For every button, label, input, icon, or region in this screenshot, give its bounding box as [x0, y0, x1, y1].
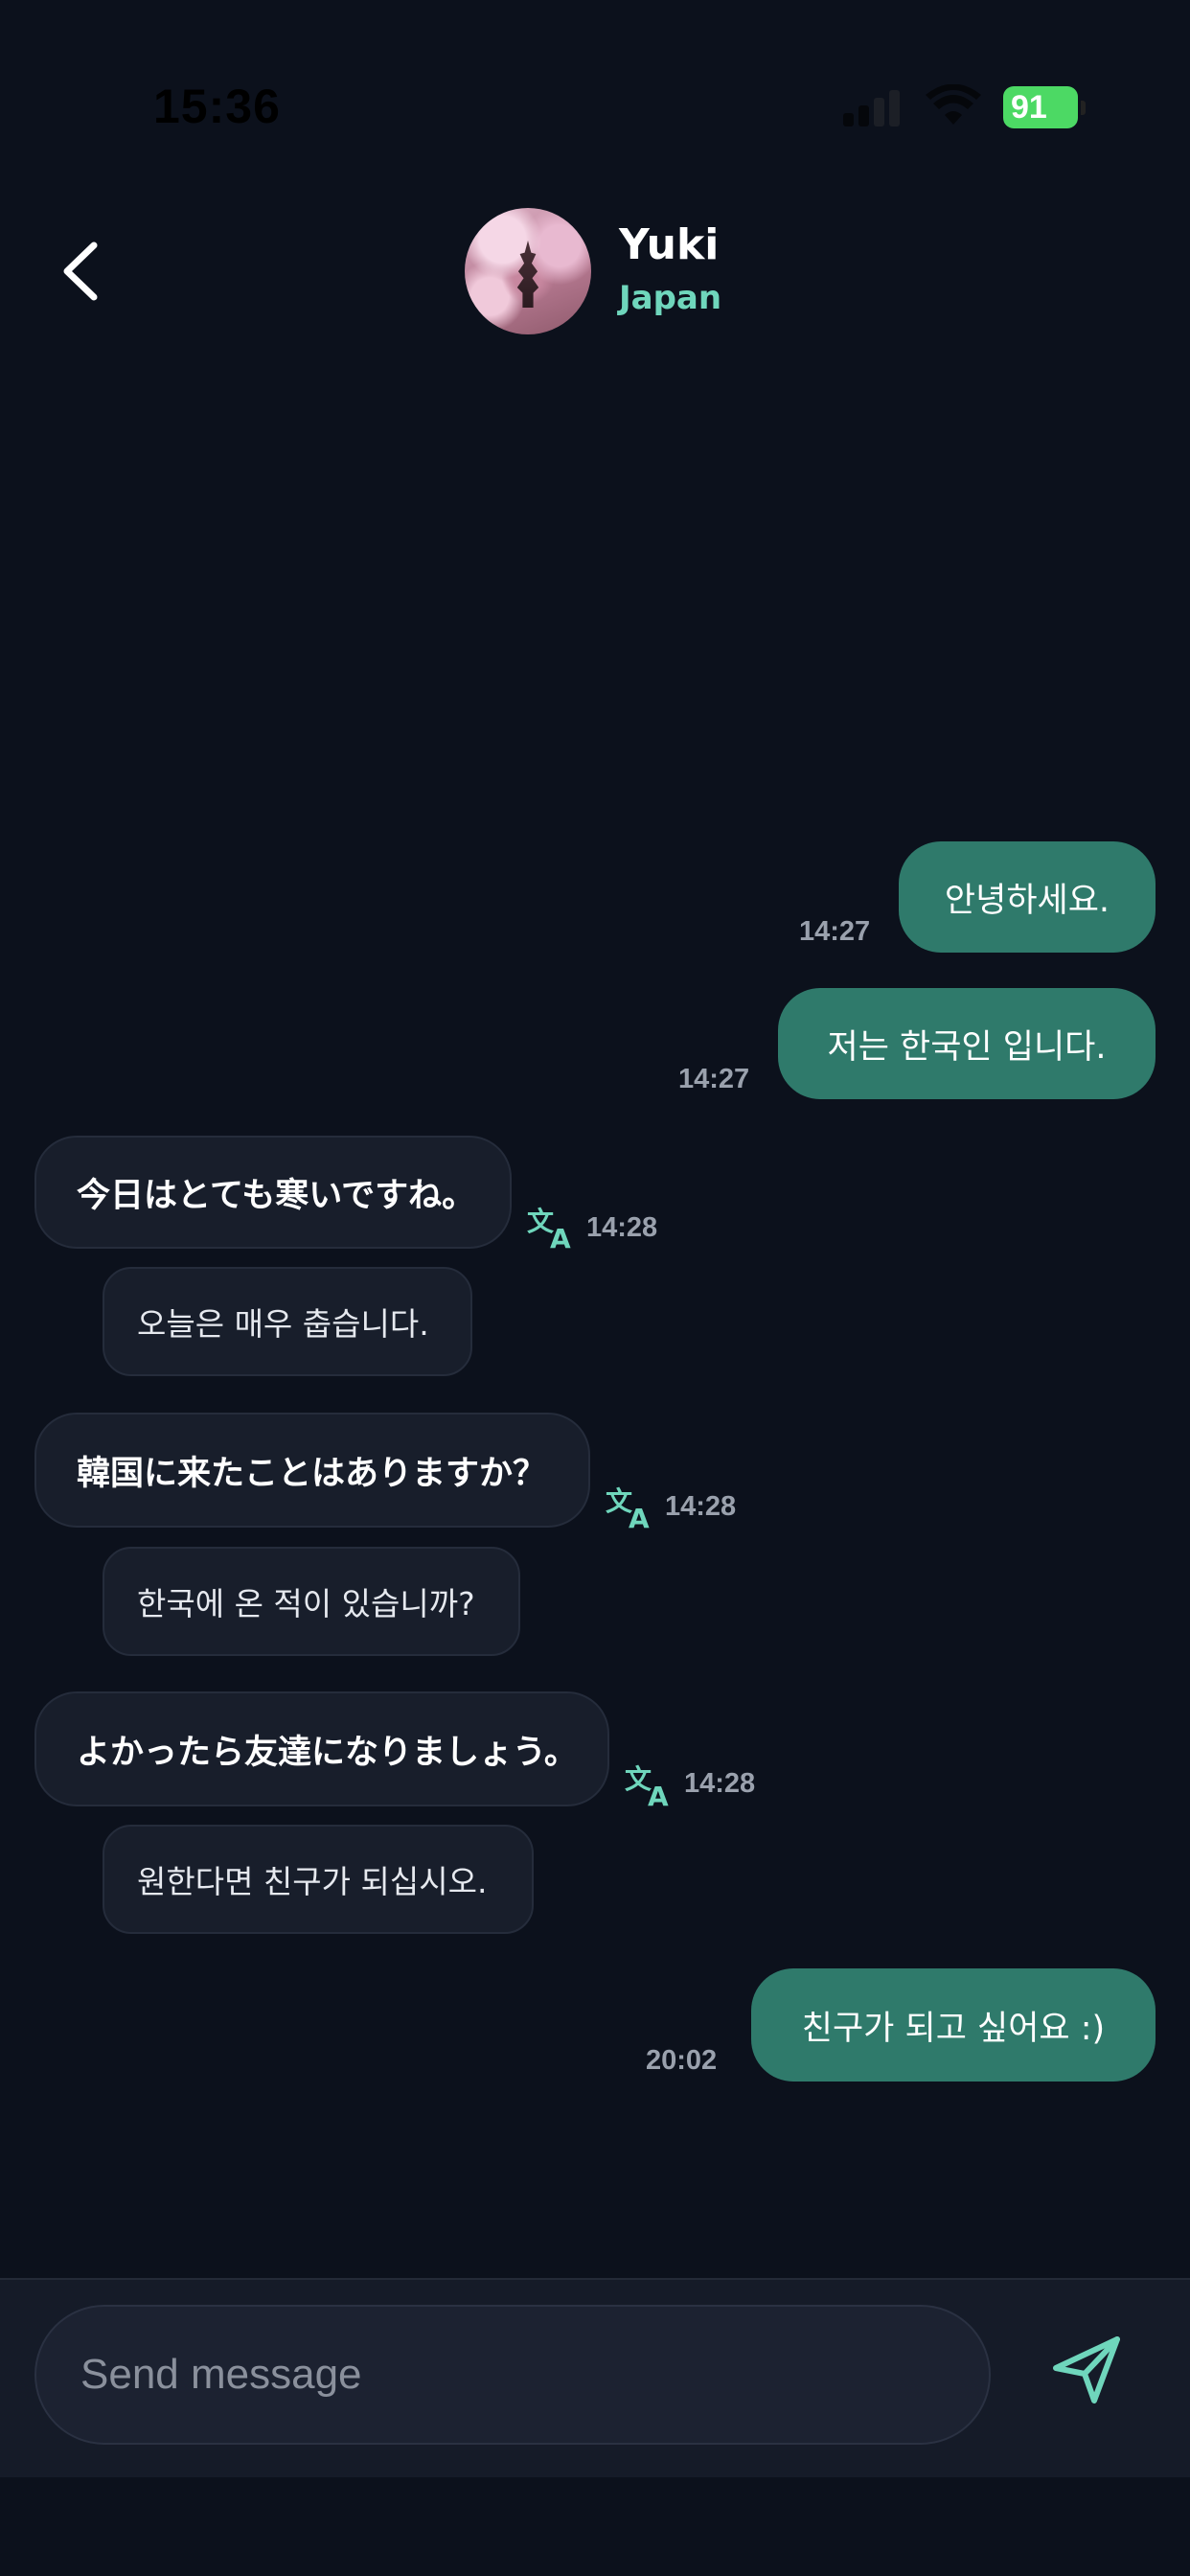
message-time: 20:02	[646, 2045, 718, 2076]
contact-country: Japan	[619, 279, 722, 317]
message-time: 14:27	[678, 1064, 750, 1094]
outgoing-message[interactable]: 안녕하세요.	[899, 841, 1156, 953]
cellular-signal-icon	[843, 90, 903, 126]
translate-icon[interactable]: 文 A	[525, 1204, 577, 1250]
home-indicator-area	[0, 2477, 1190, 2576]
message-text: 今日はとても寒いですね。	[77, 1176, 476, 1215]
chat-screen: 15:36 91 Yuki Japan 안녕하세요. 14:27 저는 한국인 …	[0, 0, 1190, 2576]
message-time: 14:27	[799, 916, 871, 947]
translated-message: 한국에 온 적이 있습니까?	[103, 1547, 520, 1656]
message-composer	[0, 2278, 1190, 2477]
message-text: 韓国に来たことはありますか？	[77, 1454, 547, 1493]
contact-name[interactable]: Yuki	[619, 220, 719, 269]
incoming-message[interactable]: 今日はとても寒いですね。	[34, 1136, 512, 1249]
back-button[interactable]	[56, 238, 113, 305]
translated-message: 원한다면 친구가 되십시오.	[103, 1825, 534, 1934]
translation-text: 한국에 온 적이 있습니까?	[137, 1585, 475, 1622]
outgoing-message[interactable]: 저는 한국인 입니다.	[778, 988, 1156, 1099]
translation-text: 원한다면 친구가 되십시오.	[137, 1863, 488, 1900]
incoming-message[interactable]: よかったら友達になりましょう。	[34, 1691, 609, 1806]
message-text: よかったら友達になりましょう。	[77, 1733, 578, 1772]
message-time: 14:28	[586, 1212, 658, 1243]
message-text: 저는 한국인 입니다.	[827, 1027, 1107, 1067]
message-text: 친구가 되고 싶어요 :)	[801, 2009, 1106, 2048]
translated-message: 오늘은 매우 춥습니다.	[103, 1267, 472, 1376]
svg-text:A: A	[550, 1223, 571, 1250]
avatar-pagoda-image	[516, 241, 539, 308]
message-time: 14:28	[684, 1768, 756, 1799]
message-text: 안녕하세요.	[944, 881, 1110, 920]
translation-text: 오늘은 매우 춥습니다.	[137, 1305, 429, 1343]
send-icon[interactable]	[1048, 2332, 1125, 2408]
incoming-message[interactable]: 韓国に来たことはありますか？	[34, 1413, 590, 1528]
message-input-container[interactable]	[34, 2305, 991, 2445]
translate-icon[interactable]: 文 A	[623, 1761, 675, 1807]
message-input[interactable]	[80, 2343, 924, 2406]
battery-indicator: 91	[1003, 86, 1086, 128]
battery-level: 91	[1011, 89, 1047, 126]
contact-avatar[interactable]	[465, 208, 591, 334]
message-time: 14:28	[665, 1491, 737, 1522]
translate-icon[interactable]: 文 A	[604, 1484, 655, 1530]
svg-text:A: A	[648, 1781, 669, 1807]
wifi-icon	[926, 84, 981, 125]
svg-text:A: A	[629, 1503, 650, 1530]
status-time: 15:36	[153, 80, 281, 133]
outgoing-message[interactable]: 친구가 되고 싶어요 :)	[751, 1968, 1156, 2082]
